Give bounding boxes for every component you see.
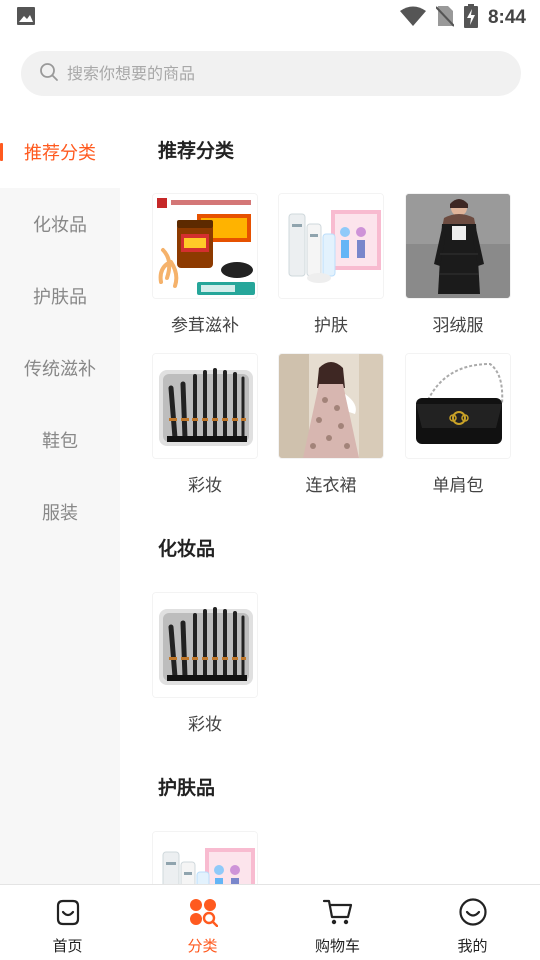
makeup-brush-image xyxy=(152,353,258,459)
sidebar-item-label: 鞋包 xyxy=(42,431,78,452)
wifi-icon xyxy=(399,6,426,30)
tab-home[interactable]: 首页 xyxy=(0,885,135,960)
category-item-makeup[interactable]: 彩妆 xyxy=(152,592,258,735)
status-time: 8:44 xyxy=(487,7,526,28)
smiley-profile-icon xyxy=(458,897,488,931)
category-item-dress[interactable]: 连衣裙 xyxy=(278,353,384,496)
status-bar: 8:44 xyxy=(0,0,540,36)
category-item-ginseng-tonic[interactable]: 参茸滋补 xyxy=(152,193,258,336)
sidebar-item-traditional-tonic[interactable]: 传统滋补 xyxy=(0,332,120,404)
dress-image xyxy=(278,353,384,459)
category-item-skincare[interactable]: 护肤 xyxy=(278,193,384,336)
tab-profile[interactable]: 我的 xyxy=(405,885,540,960)
tab-cart[interactable]: 购物车 xyxy=(270,885,405,960)
tab-label: 我的 xyxy=(457,937,488,955)
category-item-label: 彩妆 xyxy=(188,476,222,496)
sidebar-item-skincare[interactable]: 护肤品 xyxy=(0,260,120,332)
sidebar-item-shoes-bags[interactable]: 鞋包 xyxy=(0,404,120,476)
tab-category[interactable]: 分类 xyxy=(135,885,270,960)
category-item-label: 护肤 xyxy=(314,316,348,336)
home-bag-icon xyxy=(53,897,83,931)
search-box[interactable] xyxy=(21,51,521,96)
shoulder-bag-image xyxy=(405,353,511,459)
category-grid-icon xyxy=(188,897,218,931)
sidebar-item-label: 护肤品 xyxy=(33,287,87,308)
search-bar[interactable] xyxy=(21,51,521,96)
no-sim-icon xyxy=(435,5,455,31)
cart-icon xyxy=(322,897,354,931)
category-item-down-jacket[interactable]: 羽绒服 xyxy=(405,193,511,336)
sidebar-item-cosmetics[interactable]: 化妆品 xyxy=(0,188,120,260)
section-title-cosmetics: 化妆品 xyxy=(158,538,216,560)
category-content[interactable]: 推荐分类 参茸滋补 护肤 羽绒服 彩妆 连衣裙 单肩包 化妆品 彩妆 护肤品 xyxy=(120,116,540,884)
sidebar-item-label: 传统滋补 xyxy=(24,359,96,380)
sidebar-item-label: 化妆品 xyxy=(33,215,87,236)
category-item-label: 连衣裙 xyxy=(305,476,357,496)
sidebar-item-label: 服装 xyxy=(42,503,78,524)
category-item-label: 彩妆 xyxy=(188,715,222,735)
category-item-skincare[interactable] xyxy=(152,831,258,884)
bottom-tab-bar: 首页 分类 购物车 我的 xyxy=(0,884,540,960)
tab-label: 分类 xyxy=(187,937,218,955)
sidebar-item-clothing[interactable]: 服装 xyxy=(0,476,120,548)
ginseng-tonic-image xyxy=(152,193,258,299)
sidebar-item-recommended[interactable]: 推荐分类 xyxy=(0,116,120,188)
section-title-skincare: 护肤品 xyxy=(158,777,216,799)
category-item-label: 羽绒服 xyxy=(432,316,484,336)
section-title-recommended: 推荐分类 xyxy=(158,140,235,162)
skincare-image xyxy=(152,831,258,884)
battery-charging-icon xyxy=(463,4,478,32)
image-notification-icon xyxy=(16,6,36,30)
tab-label: 首页 xyxy=(52,937,83,955)
category-item-shoulder-bag[interactable]: 单肩包 xyxy=(405,353,511,496)
tab-label: 购物车 xyxy=(314,937,360,955)
search-input[interactable] xyxy=(67,64,487,83)
category-item-label: 单肩包 xyxy=(432,476,484,496)
search-icon xyxy=(39,62,59,86)
category-item-makeup[interactable]: 彩妆 xyxy=(152,353,258,496)
down-jacket-image xyxy=(405,193,511,299)
category-item-label: 参茸滋补 xyxy=(171,316,239,336)
sidebar-item-label: 推荐分类 xyxy=(24,143,96,164)
skincare-image xyxy=(278,193,384,299)
category-sidebar: 推荐分类 化妆品 护肤品 传统滋补 鞋包 服装 xyxy=(0,116,120,884)
makeup-brush-image xyxy=(152,592,258,698)
